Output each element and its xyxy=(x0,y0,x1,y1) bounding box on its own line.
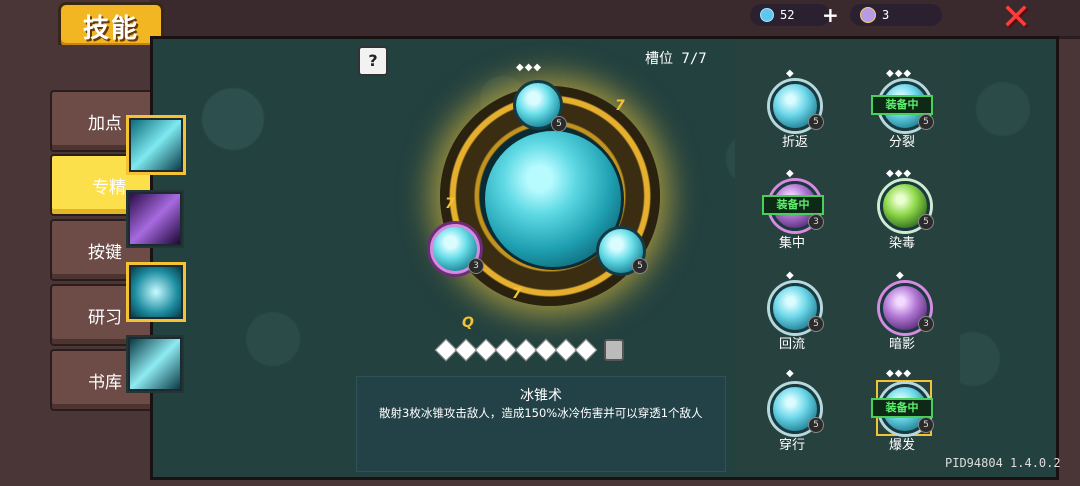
vortex-icon xyxy=(131,267,181,317)
upgrade-diamonds xyxy=(434,338,638,362)
equipped-badge: 装备中 xyxy=(871,398,933,418)
page-title: 技能 xyxy=(82,13,139,44)
nav-label: 书库 xyxy=(88,372,122,393)
ring-mark: Q xyxy=(462,315,474,331)
close-button[interactable]: ✕ xyxy=(1000,0,1032,36)
nav-label: 加点 xyxy=(88,113,122,134)
equipped-badge: 装备中 xyxy=(762,195,824,215)
shadow-burst-icon xyxy=(130,194,180,244)
diamond-icon xyxy=(574,338,598,362)
talent-diamonds: ◆◆◆ xyxy=(886,368,913,379)
skills-title-tab: 技能 xyxy=(58,2,164,50)
slot-count: 槽位 7/7 xyxy=(645,51,707,67)
help-button[interactable]: ? xyxy=(358,46,388,76)
talent-label: 回流 xyxy=(778,337,805,352)
talent-diamonds: ◆ xyxy=(896,270,905,281)
talent-level: 5 xyxy=(808,114,824,130)
talent-level: 5 xyxy=(808,417,824,433)
ice-shard-icon xyxy=(131,120,181,170)
nav-label: 专精 xyxy=(92,177,126,198)
top-orb-diamonds: ◆◆◆ xyxy=(516,62,543,73)
nav-label: 研习 xyxy=(88,307,122,328)
equipped-badge: 装备中 xyxy=(871,95,933,115)
skill-slot-shadow[interactable] xyxy=(126,190,184,248)
skill-slot-vortex[interactable] xyxy=(126,262,186,322)
right-orb-level: 5 xyxy=(632,258,648,274)
talent-level: 5 xyxy=(918,214,934,230)
version-label: PID94804 1.4.0.2 xyxy=(945,456,1061,470)
gem-count: 52 xyxy=(780,8,795,22)
talent-diamonds: ◆ xyxy=(786,368,795,379)
talent-level: 3 xyxy=(918,316,934,332)
left-orb-level: 3 xyxy=(468,258,484,274)
talent-label: 暗影 xyxy=(888,337,915,352)
skull-icon xyxy=(860,7,876,23)
talent-label: 折返 xyxy=(781,135,808,150)
skull-counter: 3 xyxy=(850,4,942,26)
talent-label: 分裂 xyxy=(888,135,915,150)
talent-diamonds: ◆ xyxy=(786,270,795,281)
top-orb-level: 5 xyxy=(551,116,567,132)
skill-name: 冰锥术 xyxy=(520,388,562,404)
talent-level: 5 xyxy=(918,417,934,433)
skill-slot-ice[interactable] xyxy=(126,115,186,175)
gem-icon xyxy=(760,8,774,22)
talent-label: 爆发 xyxy=(888,438,915,453)
talent-diamonds: ◆◆◆ xyxy=(886,168,913,179)
talent-level: 5 xyxy=(918,114,934,130)
add-currency-button[interactable]: + xyxy=(822,3,839,27)
gem-counter: 52 xyxy=(750,4,830,26)
talent-label: 集中 xyxy=(778,236,805,251)
talent-level: 5 xyxy=(808,316,824,332)
talent-level: 3 xyxy=(808,214,824,230)
talent-diamonds: ◆ xyxy=(786,168,795,179)
nav-label: 按键 xyxy=(88,242,122,263)
skill-description-box: 冰锥术 散射3枚冰锥攻击敌人，造成150%冰冷伤害并可以穿透1个敌人 xyxy=(356,376,726,472)
lock-icon xyxy=(604,339,624,361)
skill-description: 散射3枚冰锥攻击敌人，造成150%冰冷伤害并可以穿透1个敌人 xyxy=(379,406,703,420)
talent-label: 穿行 xyxy=(778,438,805,453)
talent-diamonds: ◆◆◆ xyxy=(886,68,913,79)
ring-mark: 7 xyxy=(512,286,522,302)
skill-slot-dash[interactable] xyxy=(126,335,184,393)
dash-icon xyxy=(130,339,180,389)
ring-mark: 7 xyxy=(445,196,455,212)
ring-mark: 7 xyxy=(615,98,625,114)
talent-label: 染毒 xyxy=(888,236,915,251)
talent-diamonds: ◆ xyxy=(786,68,795,79)
skull-count: 3 xyxy=(882,8,890,22)
